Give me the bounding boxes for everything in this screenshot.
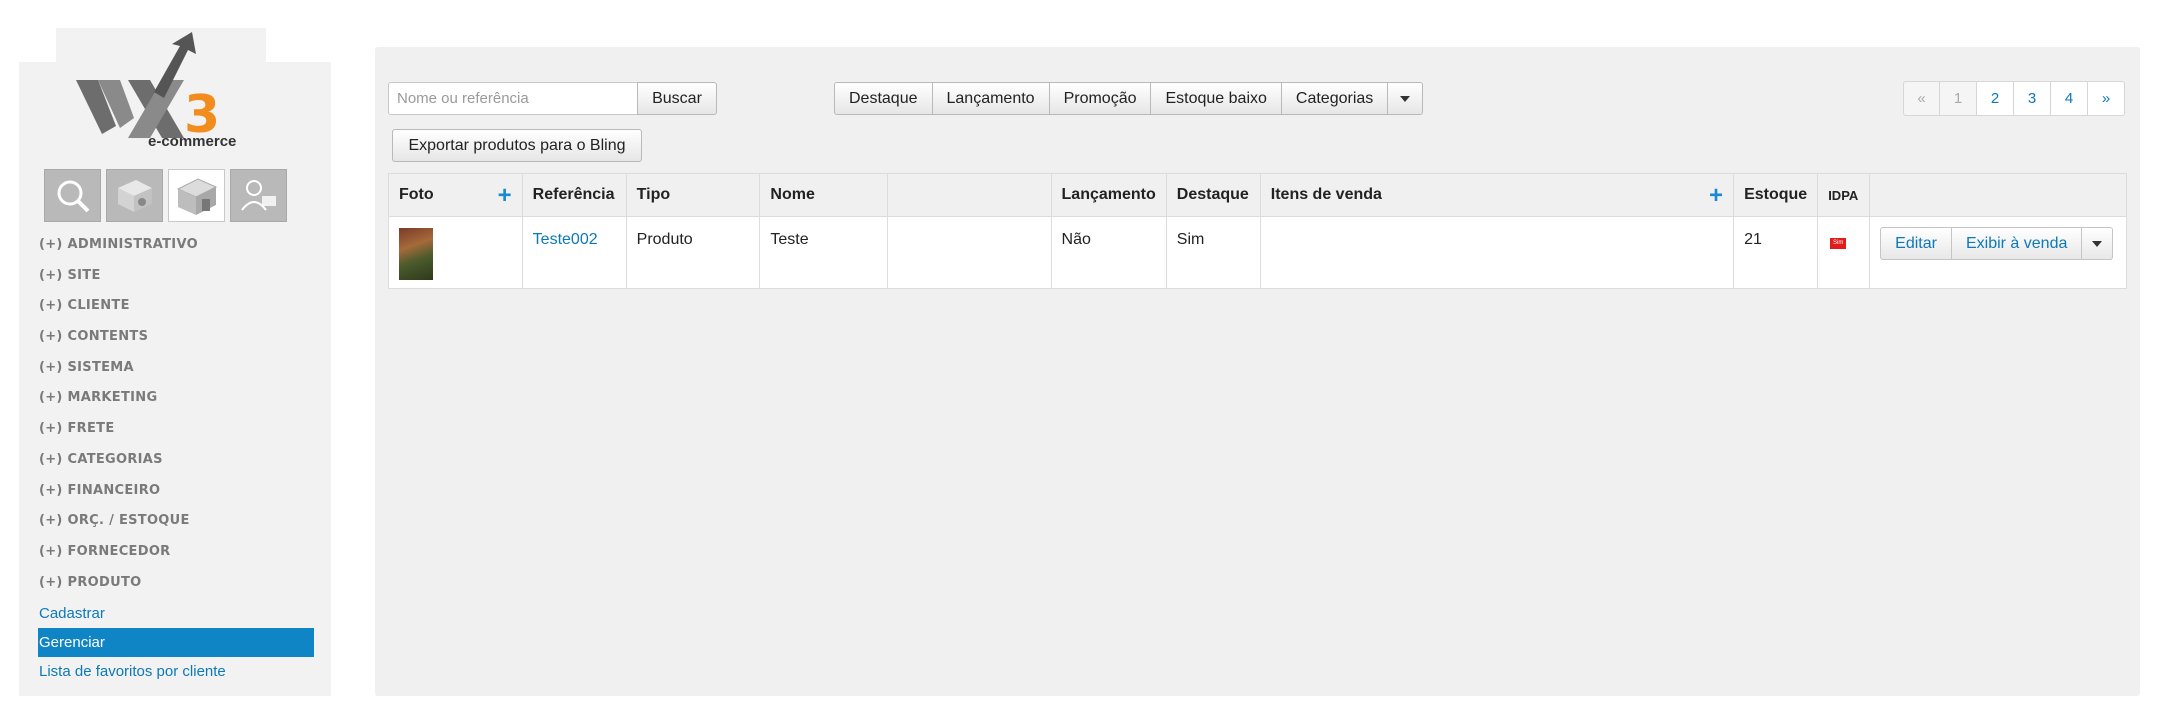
cell-blank <box>887 216 1052 289</box>
cell-itens-venda <box>1259 216 1735 289</box>
idpa-status-badge[interactable]: Sim <box>1830 238 1847 249</box>
sidebar-item-produto[interactable]: (+) PRODUTO <box>38 568 314 599</box>
filter-estoque-baixo-button[interactable]: Estoque baixo <box>1151 82 1282 115</box>
categorias-dropdown-toggle[interactable] <box>1388 82 1424 115</box>
store-icon[interactable] <box>168 169 225 222</box>
cell-tipo: Produto <box>625 216 761 289</box>
sidebar-item-site[interactable]: (+) SITE <box>38 261 314 292</box>
search-input[interactable] <box>388 82 638 115</box>
pagination-page-4[interactable]: 4 <box>2051 81 2088 116</box>
sidebar-item-contents[interactable]: (+) CONTENTS <box>38 322 314 353</box>
table-header-row: Foto + Referência Tipo Nome Lançamento De… <box>388 173 2127 217</box>
sidebar-item-orc-estoque[interactable]: (+) ORÇ. / ESTOQUE <box>38 506 314 537</box>
add-sale-item-icon[interactable]: + <box>1709 184 1723 208</box>
col-lancamento[interactable]: Lançamento <box>1050 173 1167 217</box>
submenu-gerenciar[interactable]: Gerenciar <box>38 628 314 657</box>
cell-destaque: Sim <box>1165 216 1261 289</box>
pagination-page-2[interactable]: 2 <box>1977 81 2014 116</box>
show-for-sale-button[interactable]: Exibir à venda <box>1951 227 2083 260</box>
table-row: Teste002 Produto Teste Não Sim 21 Sim Ed… <box>388 216 2127 289</box>
sidebar-submenu: Cadastrar Gerenciar Lista de favoritos p… <box>38 599 314 686</box>
sidebar-menu: (+) ADMINISTRATIVO (+) SITE (+) CLIENTE … <box>38 230 314 598</box>
main-panel: Buscar Destaque Lançamento Promoção Esto… <box>375 47 2140 696</box>
col-acoes <box>1869 173 2127 217</box>
pagination: « 1 2 3 4 » <box>1903 81 2125 116</box>
col-foto: Foto + <box>388 173 523 217</box>
cell-nome: Teste <box>759 216 889 289</box>
product-reference-link[interactable]: Teste002 <box>533 231 598 248</box>
sidebar-item-fornecedor[interactable]: (+) FORNECEDOR <box>38 537 314 568</box>
submenu-lista-favoritos[interactable]: Lista de favoritos por cliente <box>38 657 314 686</box>
brand-logo[interactable]: 3 e-commerce <box>56 28 266 158</box>
search-button[interactable]: Buscar <box>637 82 717 115</box>
logo-subtitle: e-commerce <box>148 133 236 150</box>
filter-button-group: Destaque Lançamento Promoção Estoque bai… <box>834 82 1424 115</box>
cell-referencia: Teste002 <box>521 216 627 289</box>
products-table: Foto + Referência Tipo Nome Lançamento De… <box>388 173 2127 289</box>
chevron-down-icon <box>2092 240 2103 247</box>
cell-idpa: Sim <box>1817 216 1871 289</box>
row-actions: Editar Exibir à venda <box>1880 227 2116 260</box>
col-estoque[interactable]: Estoque <box>1733 173 1819 217</box>
filter-categorias-button[interactable]: Categorias <box>1281 82 1389 115</box>
sidebar-item-marketing[interactable]: (+) MARKETING <box>38 383 314 414</box>
pagination-next[interactable]: » <box>2088 81 2125 116</box>
filter-destaque-button[interactable]: Destaque <box>834 82 933 115</box>
sidebar-item-categorias[interactable]: (+) CATEGORIAS <box>38 445 314 476</box>
sidebar-item-frete[interactable]: (+) FRETE <box>38 414 314 445</box>
cell-estoque: 21 <box>1733 216 1819 289</box>
cell-lancamento: Não <box>1050 216 1167 289</box>
submenu-cadastrar[interactable]: Cadastrar <box>38 599 314 628</box>
edit-button[interactable]: Editar <box>1880 227 1952 260</box>
pagination-prev[interactable]: « <box>1903 81 1940 116</box>
add-photo-column-icon[interactable]: + <box>498 184 512 208</box>
col-blank <box>887 173 1052 217</box>
sidebar-item-cliente[interactable]: (+) CLIENTE <box>38 291 314 322</box>
col-referencia[interactable]: Referência <box>521 173 627 217</box>
sidebar-item-sistema[interactable]: (+) SISTEMA <box>38 353 314 384</box>
col-tipo[interactable]: Tipo <box>625 173 761 217</box>
col-nome[interactable]: Nome <box>759 173 889 217</box>
cell-foto <box>388 216 523 289</box>
chevron-down-icon <box>1400 95 1411 102</box>
quick-icons-bar <box>44 169 287 223</box>
product-thumbnail[interactable] <box>399 228 433 280</box>
search-magnifier-icon[interactable] <box>44 169 101 222</box>
row-actions-dropdown-toggle[interactable] <box>2082 227 2114 260</box>
user-card-icon[interactable] <box>230 169 287 222</box>
box-icon[interactable] <box>106 169 163 222</box>
export-bling-button[interactable]: Exportar produtos para o Bling <box>392 129 642 162</box>
filter-promocao-button[interactable]: Promoção <box>1049 82 1152 115</box>
col-idpa[interactable]: IDPA <box>1817 173 1871 217</box>
sidebar-item-administrativo[interactable]: (+) ADMINISTRATIVO <box>38 230 314 261</box>
pagination-page-1[interactable]: 1 <box>1940 81 1977 116</box>
sidebar-item-financeiro[interactable]: (+) FINANCEIRO <box>38 476 314 507</box>
col-itens-venda: Itens de venda + <box>1259 173 1735 217</box>
col-destaque[interactable]: Destaque <box>1165 173 1261 217</box>
cell-acoes: Editar Exibir à venda <box>1869 216 2127 289</box>
pagination-page-3[interactable]: 3 <box>2014 81 2051 116</box>
filter-lancamento-button[interactable]: Lançamento <box>932 82 1050 115</box>
